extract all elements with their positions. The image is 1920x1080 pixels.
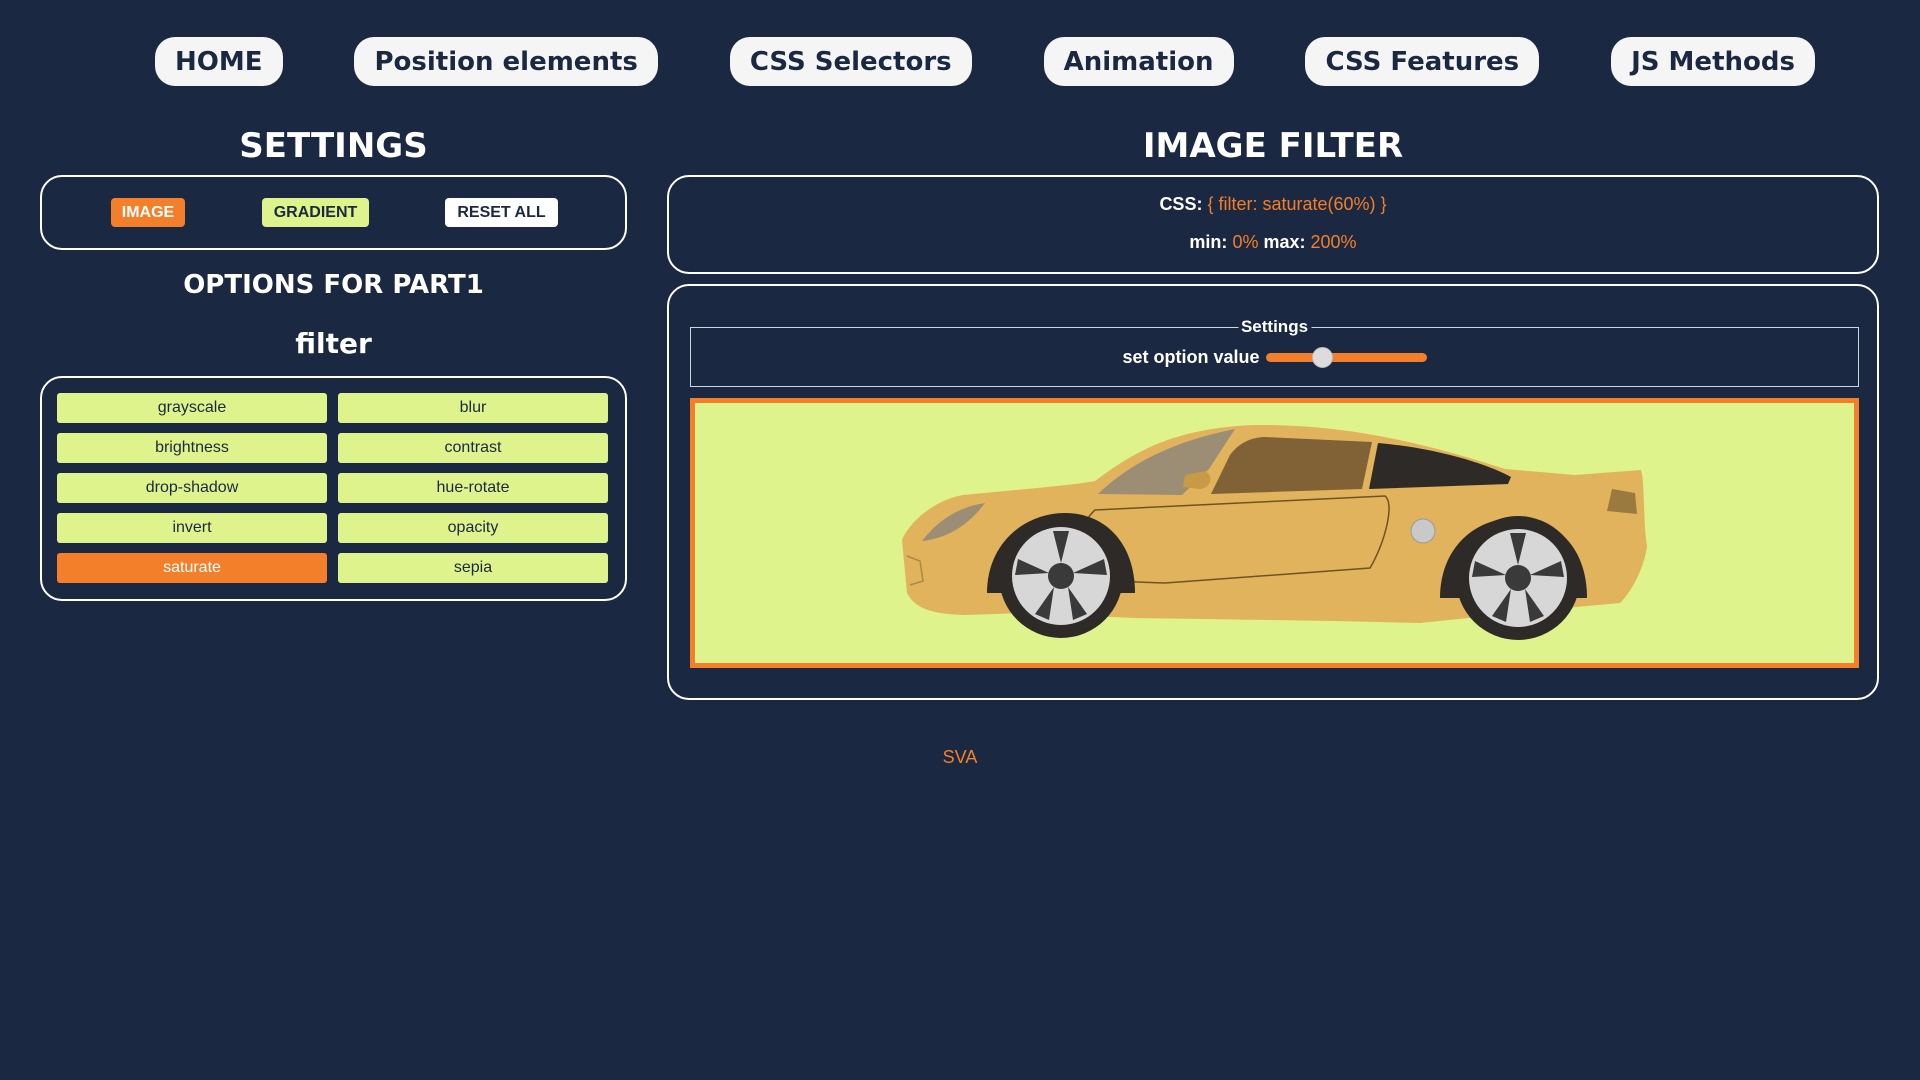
settings-fieldset: Settings set option value <box>690 317 1859 387</box>
option-value-slider[interactable] <box>1265 347 1427 368</box>
filter-saturate-button[interactable]: saturate <box>57 553 327 583</box>
page: HOME Position elements CSS Selectors Ani… <box>0 0 1920 1080</box>
max-label: max: <box>1263 232 1306 252</box>
css-label: CSS: <box>1159 194 1203 214</box>
slider-row: set option value <box>691 347 1858 368</box>
filter-options-grid: grayscale blur brightness contrast drop-… <box>57 393 610 583</box>
filter-brightness-button[interactable]: brightness <box>57 433 327 463</box>
css-info-panel: CSS: { filter: saturate(60%) } min: 0% m… <box>667 175 1879 274</box>
min-value: 0% <box>1232 232 1259 252</box>
filter-contrast-button[interactable]: contrast <box>338 433 608 463</box>
nav-css-selectors-button[interactable]: CSS Selectors <box>729 37 972 86</box>
preview-panel: Settings set option value <box>667 284 1879 700</box>
css-rule-line: CSS: { filter: saturate(60%) } <box>669 194 1877 215</box>
filter-blur-button[interactable]: blur <box>338 393 608 423</box>
image-mode-button[interactable]: IMAGE <box>111 198 185 227</box>
slider-thumb[interactable] <box>1311 347 1333 368</box>
nav-animation-button[interactable]: Animation <box>1043 37 1234 86</box>
preview-image-frame <box>690 398 1859 668</box>
css-value: { filter: saturate(60%) } <box>1207 194 1387 214</box>
filter-group-title: filter <box>295 327 372 360</box>
nav-position-elements-button[interactable]: Position elements <box>354 37 658 86</box>
reset-all-button[interactable]: RESET ALL <box>445 198 558 227</box>
filter-hue-rotate-button[interactable]: hue-rotate <box>338 473 608 503</box>
range-line: min: 0% max: 200% <box>669 232 1877 253</box>
filter-sepia-button[interactable]: sepia <box>338 553 608 583</box>
footer-text: SVA <box>942 747 978 767</box>
filter-grayscale-button[interactable]: grayscale <box>57 393 327 423</box>
image-filter-title: IMAGE FILTER <box>1142 126 1404 166</box>
options-title: OPTIONS FOR PART1 <box>183 270 484 300</box>
gradient-mode-button[interactable]: GRADIENT <box>262 198 369 227</box>
top-navigation: HOME Position elements CSS Selectors Ani… <box>155 37 1815 86</box>
settings-title: SETTINGS <box>239 126 428 166</box>
mode-panel: IMAGE GRADIENT RESET ALL <box>40 175 627 250</box>
car-image <box>902 424 1647 640</box>
nav-css-features-button[interactable]: CSS Features <box>1305 37 1540 86</box>
filter-options-panel: grayscale blur brightness contrast drop-… <box>40 376 627 601</box>
slider-label: set option value <box>1122 347 1260 367</box>
filter-invert-button[interactable]: invert <box>57 513 327 543</box>
filter-drop-shadow-button[interactable]: drop-shadow <box>57 473 327 503</box>
filter-opacity-button[interactable]: opacity <box>338 513 608 543</box>
nav-home-button[interactable]: HOME <box>155 37 283 86</box>
fieldset-legend: Settings <box>1237 317 1312 337</box>
min-label: min: <box>1189 232 1228 252</box>
max-value: 200% <box>1310 232 1357 252</box>
car-icon <box>902 424 1647 640</box>
nav-js-methods-button[interactable]: JS Methods <box>1611 37 1815 86</box>
